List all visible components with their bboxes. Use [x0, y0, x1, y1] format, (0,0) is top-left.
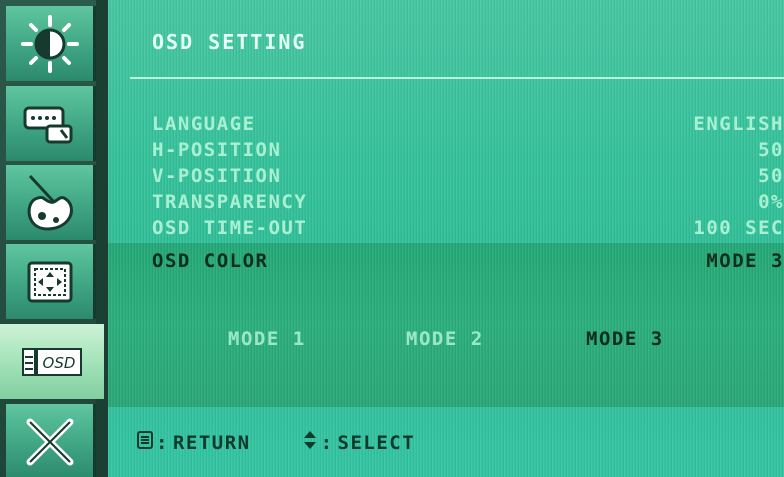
tab-osd[interactable]: OSD	[0, 324, 104, 399]
return-label: RETURN	[172, 431, 251, 454]
menu-item-v-position[interactable]: V-POSITION 50	[152, 165, 784, 187]
mode-option-1[interactable]: MODE 1	[228, 328, 306, 350]
return-hint: : RETURN	[136, 430, 251, 455]
page-title: OSD SETTING	[152, 30, 307, 54]
menu-item-label: OSD COLOR	[152, 250, 269, 272]
up-down-arrow-icon	[301, 430, 319, 455]
osd-screen: OSD OSD SETTING LANGUAGE ENGLISH H-POSIT…	[0, 0, 784, 477]
tab-brightness[interactable]	[6, 6, 96, 81]
input-source-icon	[21, 98, 79, 150]
separator: :	[156, 431, 169, 454]
sidebar-divider	[96, 0, 108, 477]
color-palette-icon	[20, 172, 80, 234]
menu-item-language[interactable]: LANGUAGE ENGLISH	[152, 113, 784, 135]
menu-item-h-position[interactable]: H-POSITION 50	[152, 139, 784, 161]
osd-icon-label: OSD	[43, 354, 76, 372]
menu-item-value: 50	[758, 165, 784, 187]
tab-image-position[interactable]	[6, 244, 96, 319]
menu-item-label: H-POSITION	[152, 139, 282, 161]
menu-item-transparency[interactable]: TRANSPARENCY 0%	[152, 191, 784, 213]
menu-button-icon	[136, 430, 154, 455]
menu-item-value: ENGLISH	[693, 113, 784, 135]
title-divider	[130, 77, 784, 79]
menu-item-value: MODE 3	[706, 250, 784, 272]
menu-item-label: V-POSITION	[152, 165, 282, 187]
tab-color[interactable]	[6, 165, 96, 240]
select-hint: : SELECT	[301, 430, 416, 455]
tab-tools[interactable]	[6, 404, 96, 477]
select-label: SELECT	[337, 431, 416, 454]
menu-item-label: LANGUAGE	[152, 113, 256, 135]
osd-main-panel: OSD SETTING LANGUAGE ENGLISH H-POSITION …	[108, 0, 784, 477]
image-position-icon	[26, 260, 74, 304]
osd-sidebar: OSD	[0, 0, 112, 477]
menu-item-osd-timeout[interactable]: OSD TIME-OUT 100 SEC	[152, 217, 784, 239]
osd-footer: : RETURN : SELECT	[136, 430, 465, 455]
menu-item-osd-color[interactable]: OSD COLOR MODE 3	[152, 250, 784, 272]
mode-option-2[interactable]: MODE 2	[406, 328, 484, 350]
menu-item-value: 100 SEC	[693, 217, 784, 239]
tools-icon	[22, 414, 78, 470]
osd-icon: OSD	[21, 345, 83, 379]
separator: :	[320, 431, 334, 454]
menu-item-value: 0%	[758, 191, 784, 213]
mode-option-3[interactable]: MODE 3	[586, 328, 664, 350]
tab-input-source[interactable]	[6, 86, 96, 161]
menu-item-label: OSD TIME-OUT	[152, 217, 308, 239]
menu-item-value: 50	[758, 139, 784, 161]
brightness-icon	[20, 14, 80, 74]
menu-item-label: TRANSPARENCY	[152, 191, 308, 213]
